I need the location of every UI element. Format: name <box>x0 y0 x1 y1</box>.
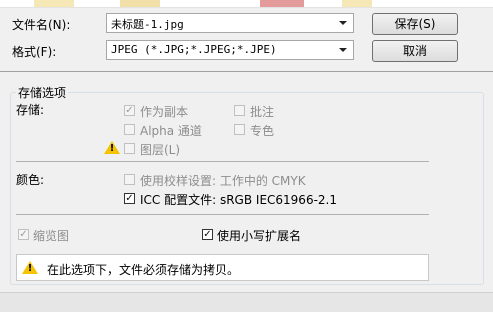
icc-profile-label: ICC 配置文件: sRGB IEC61966-2.1 <box>140 193 337 207</box>
folder-thumbnail[interactable] <box>342 0 372 7</box>
warning-message-text: 在此选项下，文件必须存储为拷贝。 <box>47 263 240 277</box>
format-label: 格式(F): <box>12 45 57 59</box>
divider <box>0 71 493 72</box>
thumbnail-label: 缩览图 <box>33 229 70 243</box>
annotations-label: 批注 <box>250 105 275 119</box>
layers-label: 图层(L) <box>140 143 181 157</box>
file-name-input[interactable]: 未标题-1.jpg <box>106 13 354 33</box>
chevron-down-icon[interactable] <box>339 48 347 52</box>
alpha-channels-label: Alpha 通道 <box>140 124 202 138</box>
annotations-checkbox[interactable] <box>234 105 245 116</box>
image-thumbnail[interactable] <box>260 0 304 7</box>
alpha-channels-checkbox[interactable] <box>124 124 135 135</box>
storage-label: 存储: <box>16 103 45 117</box>
spot-colors-checkbox[interactable] <box>234 124 245 135</box>
folder-thumbnail[interactable] <box>120 0 160 7</box>
file-name-label: 文件名(N): <box>12 18 71 32</box>
bottom-bar <box>0 292 493 312</box>
use-proof-setup-label: 使用校样设置: 工作中的 CMYK <box>140 174 306 188</box>
spot-colors-label: 专色 <box>250 124 275 138</box>
thumbnail-checkbox[interactable]: ✓ <box>18 229 29 240</box>
separator <box>16 214 429 215</box>
lowercase-extension-checkbox[interactable]: ✓ <box>202 229 213 240</box>
warning-icon: ! <box>22 261 38 274</box>
as-copy-checkbox[interactable]: ✓ <box>124 105 135 116</box>
format-select[interactable]: JPEG (*.JPG;*.JPEG;*.JPE) <box>106 40 354 60</box>
icc-profile-checkbox[interactable]: ✓ <box>124 193 135 204</box>
group-title: 存储选项 <box>16 84 69 101</box>
file-name-value: 未标题-1.jpg <box>111 18 184 31</box>
folder-thumbnail[interactable] <box>34 0 74 7</box>
as-copy-label: 作为副本 <box>140 105 189 119</box>
cancel-button[interactable]: 取消 <box>372 40 458 62</box>
use-proof-setup-checkbox[interactable] <box>124 174 135 185</box>
format-value: JPEG (*.JPG;*.JPEG;*.JPE) <box>111 43 277 56</box>
save-button[interactable]: 保存(S) <box>372 13 458 35</box>
exclamation-mark: ! <box>27 263 33 274</box>
lowercase-extension-label: 使用小写扩展名 <box>217 229 302 243</box>
chevron-down-icon[interactable] <box>339 21 347 25</box>
layers-checkbox[interactable] <box>124 143 135 154</box>
color-label: 颜色: <box>16 173 45 187</box>
warning-icon: ! <box>104 141 120 154</box>
warning-message-box: ! 在此选项下，文件必须存储为拷贝。 <box>16 254 429 281</box>
separator <box>16 161 429 162</box>
exclamation-mark: ! <box>109 143 115 154</box>
